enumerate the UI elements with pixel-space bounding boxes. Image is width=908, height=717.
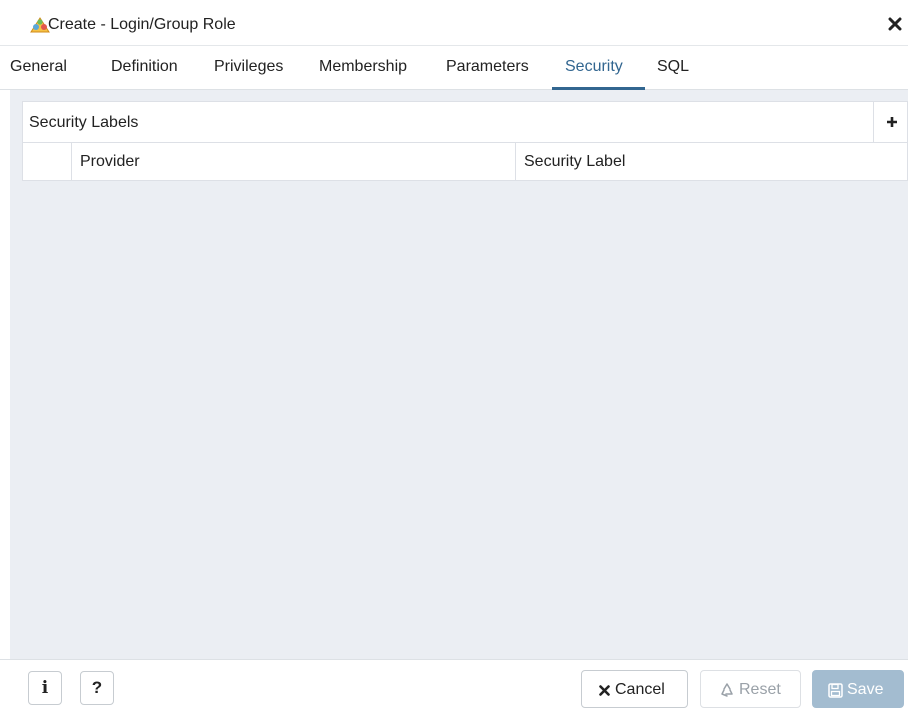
- info-button[interactable]: i: [28, 671, 62, 705]
- security-labels-header: Security Labels: [23, 102, 908, 143]
- tab-content-security: Security Labels Provider Security Label: [10, 90, 908, 659]
- provider-column-label: Provider: [80, 153, 140, 170]
- tab-general[interactable]: General: [10, 58, 67, 76]
- tab-privileges[interactable]: Privileges: [214, 58, 283, 76]
- tab-security[interactable]: Security: [565, 58, 623, 76]
- tab-sql[interactable]: SQL: [657, 58, 689, 76]
- save-button[interactable]: Save: [812, 670, 904, 708]
- row-actions-column-header: [23, 143, 72, 181]
- recycle-icon: [721, 683, 733, 697]
- save-label: Save: [847, 681, 884, 698]
- provider-column-header: Provider: [72, 143, 516, 181]
- dialog-title: Create - Login/Group Role: [48, 16, 236, 33]
- plus-icon: [887, 117, 897, 127]
- security-label-column-label: Security Label: [524, 153, 626, 170]
- tab-membership[interactable]: Membership: [319, 58, 407, 76]
- reset-button[interactable]: Reset: [700, 670, 801, 708]
- reset-label: Reset: [739, 681, 781, 698]
- help-icon: ?: [91, 678, 103, 697]
- security-labels-panel: Security Labels Provider Security Label: [22, 101, 908, 181]
- create-login-group-role-dialog: Create - Login/Group Role General Defini…: [0, 0, 908, 717]
- tab-bar: General Definition Privileges Membership…: [0, 46, 908, 90]
- add-security-label-button[interactable]: [873, 102, 908, 142]
- help-button[interactable]: ?: [80, 671, 114, 705]
- security-labels-title: Security Labels: [29, 114, 139, 131]
- floppy-disk-icon: [828, 683, 843, 698]
- close-icon[interactable]: [888, 17, 902, 31]
- cancel-button[interactable]: Cancel: [581, 670, 688, 708]
- info-icon: i: [41, 678, 49, 698]
- security-label-column-header: Security Label: [516, 143, 908, 181]
- tab-parameters[interactable]: Parameters: [446, 58, 529, 76]
- cancel-label: Cancel: [615, 681, 665, 698]
- dialog-titlebar: Create - Login/Group Role: [0, 0, 908, 46]
- tab-definition[interactable]: Definition: [111, 58, 178, 76]
- security-labels-table-header: Provider Security Label: [23, 143, 908, 181]
- close-icon: [599, 685, 610, 696]
- roles-icon: [30, 17, 50, 33]
- dialog-footer: i ? Cancel Reset Save: [0, 659, 908, 717]
